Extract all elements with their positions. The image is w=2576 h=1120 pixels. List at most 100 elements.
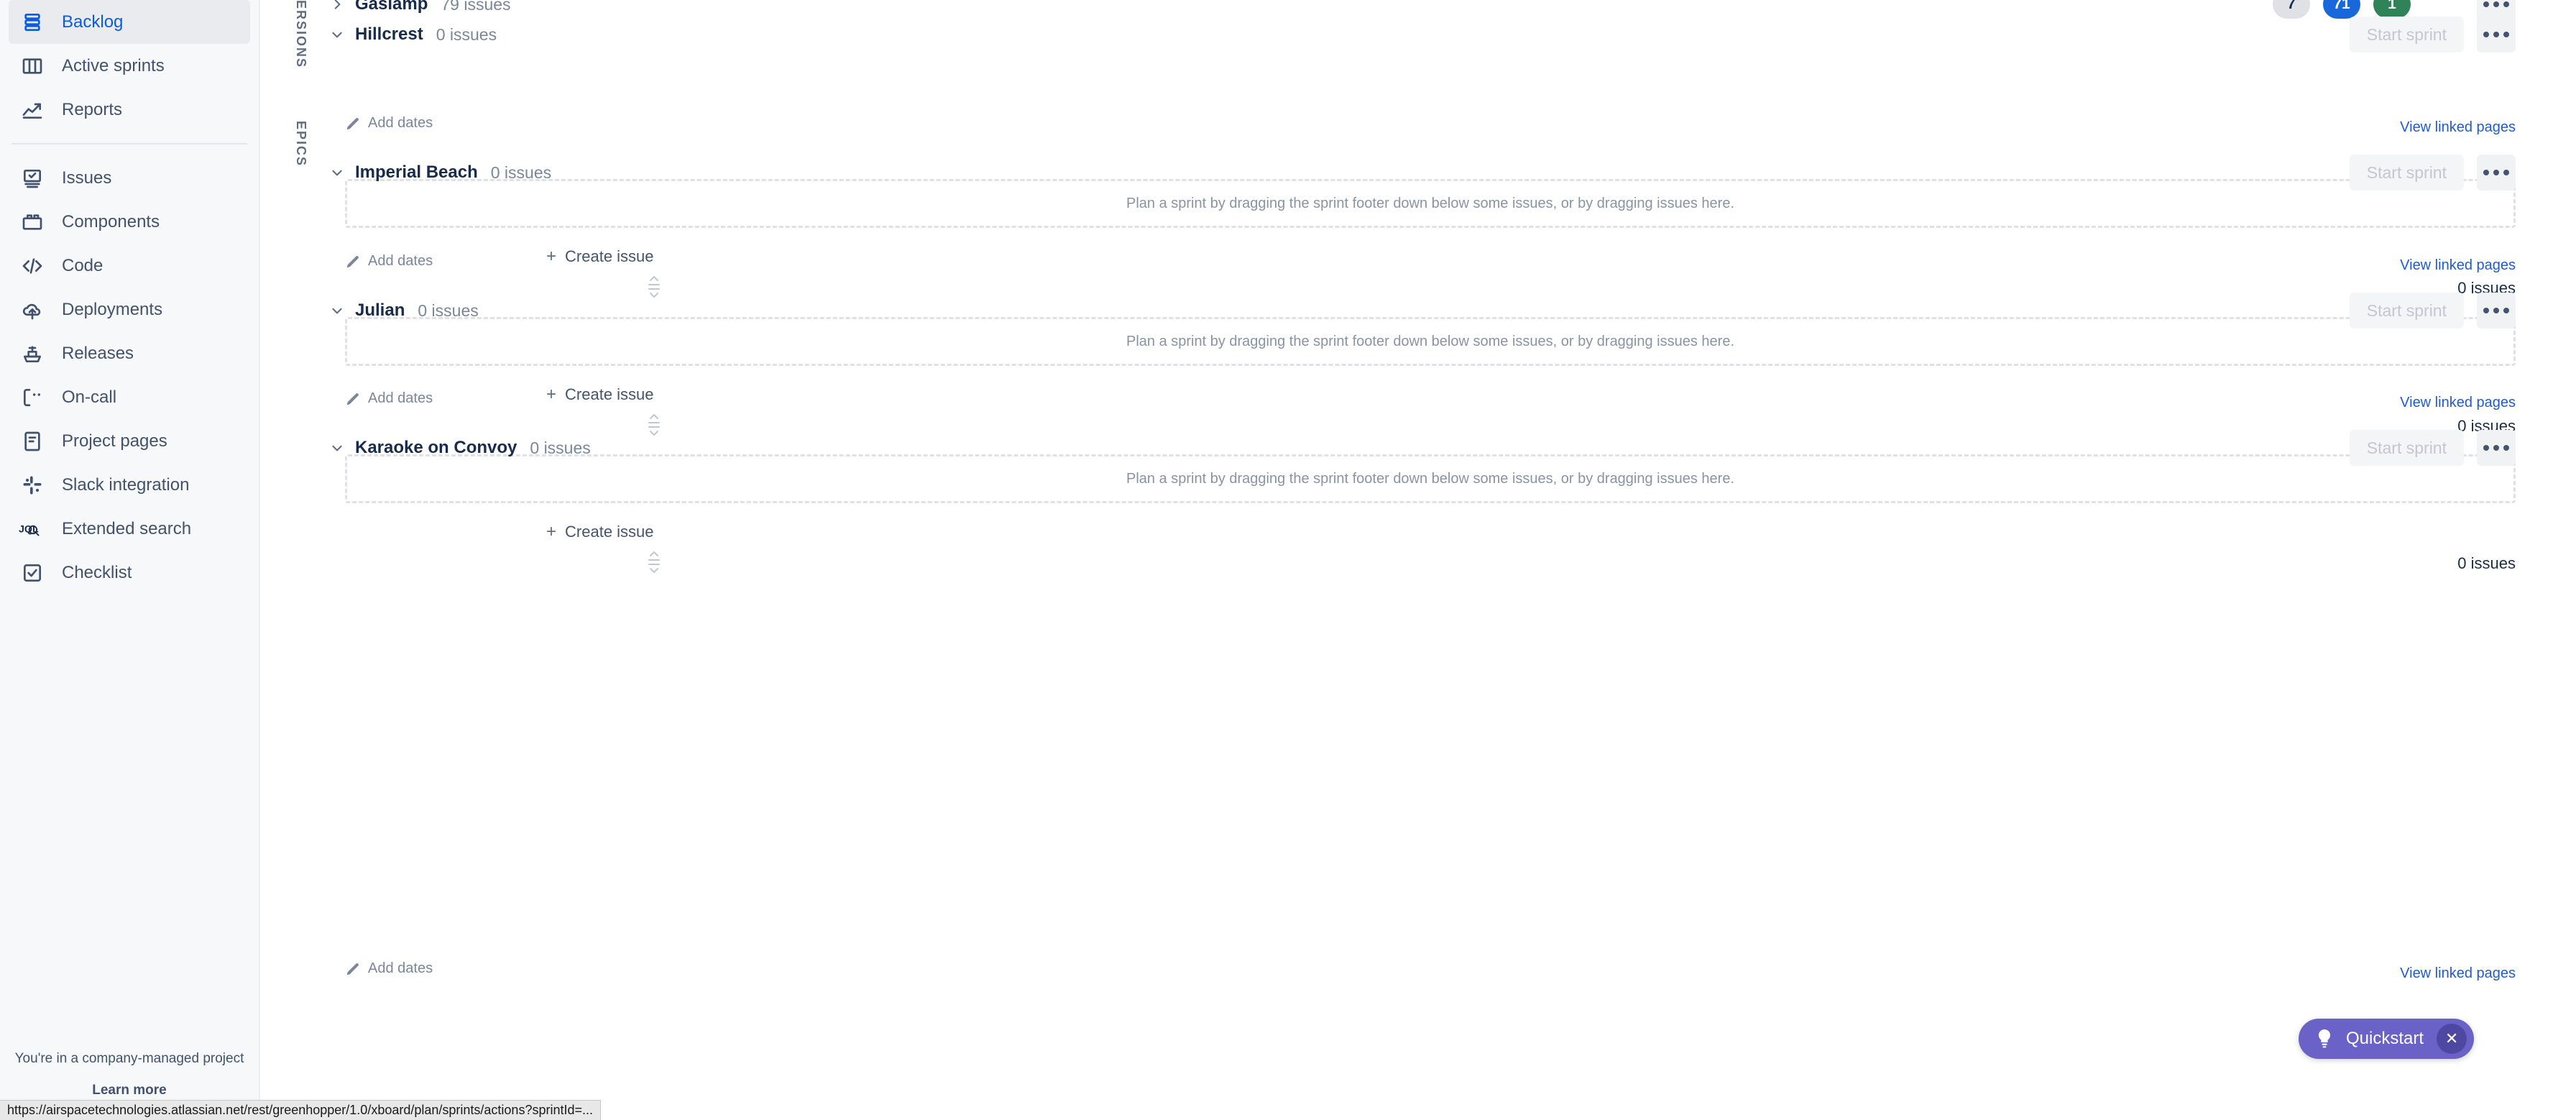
- learn-more-link[interactable]: Learn more: [0, 1083, 259, 1098]
- sprint-issue-count: 0 issues: [418, 300, 479, 320]
- close-icon[interactable]: ✕: [2437, 1024, 2467, 1054]
- sidebar-item-on-call[interactable]: On-call: [9, 375, 250, 419]
- sidebar-item-checklist[interactable]: Checklist: [9, 551, 250, 595]
- sprint-name[interactable]: Imperial Beach: [355, 162, 478, 183]
- add-dates-button[interactable]: Add dates: [345, 960, 433, 977]
- sprint-issue-count: 79 issues: [441, 0, 511, 14]
- sprint-footer-drag-handle[interactable]: [640, 547, 668, 579]
- sprint-more-actions-button[interactable]: [2477, 17, 2516, 52]
- sidebar-item-reports[interactable]: Reports: [9, 88, 250, 132]
- sprint-header-gaslamp[interactable]: Gaslamp 79 issues 7 71 1: [325, 0, 2576, 22]
- start-sprint-button[interactable]: Start sprint: [2349, 155, 2464, 191]
- panel-rail: VERSIONS EPICS: [267, 0, 325, 1050]
- add-dates-label: Add dates: [368, 960, 433, 976]
- sidebar-item-label: Extended search: [62, 518, 192, 538]
- view-linked-pages-link[interactable]: View linked pages: [2400, 257, 2516, 274]
- sidebar-item-label: Deployments: [62, 299, 163, 319]
- sprint-more-actions-button[interactable]: [2477, 430, 2516, 466]
- chevron-down-icon[interactable]: [325, 22, 349, 47]
- start-sprint-button[interactable]: Start sprint: [2349, 293, 2464, 329]
- chevron-right-icon[interactable]: [325, 0, 349, 17]
- issues-icon: [19, 165, 46, 192]
- create-issue-button[interactable]: + Create issue: [546, 385, 654, 404]
- create-issue-button[interactable]: + Create issue: [546, 247, 654, 266]
- lightbulb-icon: [2316, 1029, 2333, 1049]
- sidebar-item-label: Components: [62, 211, 160, 231]
- sprint-header-imperial-beach[interactable]: Imperial Beach 0 issues Start sprint: [325, 155, 2576, 191]
- reports-chart-icon: [19, 96, 46, 124]
- sprint-issue-count: 0 issues: [490, 162, 552, 182]
- slack-icon: [19, 472, 46, 499]
- quickstart-label: Quickstart: [2346, 1029, 2424, 1048]
- add-dates-label: Add dates: [368, 253, 433, 269]
- sprint-name[interactable]: Hillcrest: [355, 24, 423, 45]
- sidebar-item-code[interactable]: Code: [9, 244, 250, 288]
- view-linked-pages-link[interactable]: View linked pages: [2400, 395, 2516, 411]
- sidebar-item-active-sprints[interactable]: Active sprints: [9, 44, 250, 88]
- on-call-phone-icon: [19, 384, 46, 411]
- sprint-issue-count: 0 issues: [530, 438, 591, 457]
- chevron-down-icon[interactable]: [325, 160, 349, 185]
- create-issue-label: Create issue: [565, 523, 654, 541]
- add-dates-label: Add dates: [368, 390, 433, 406]
- code-icon: [19, 252, 46, 280]
- start-sprint-button[interactable]: Start sprint: [2349, 430, 2464, 466]
- create-issue-label: Create issue: [565, 385, 654, 403]
- add-dates-label: Add dates: [368, 115, 433, 131]
- view-linked-pages-link[interactable]: View linked pages: [2400, 965, 2516, 982]
- sprint-header-actions: Start sprint: [2349, 293, 2576, 329]
- sprint-more-actions-button[interactable]: [2477, 155, 2516, 191]
- create-issue-label: Create issue: [565, 247, 654, 265]
- sprint-header-hillcrest[interactable]: Hillcrest 0 issues Start sprint: [325, 17, 2576, 52]
- sidebar-item-extended-search[interactable]: JQL Extended search: [9, 507, 250, 551]
- sidebar-item-slack-integration[interactable]: Slack integration: [9, 463, 250, 507]
- epics-panel-label[interactable]: EPICS: [293, 121, 308, 167]
- add-dates-button[interactable]: Add dates: [345, 115, 433, 132]
- sidebar-item-project-pages[interactable]: Project pages: [9, 419, 250, 463]
- sprint-name[interactable]: Karaoke on Convoy: [355, 438, 517, 458]
- project-pages-icon: [19, 428, 46, 455]
- sprint-drop-hint: Plan a sprint by dragging the sprint foo…: [1126, 470, 1735, 487]
- sidebar-item-label: Reports: [62, 99, 123, 119]
- versions-panel-label[interactable]: VERSIONS: [293, 0, 308, 68]
- view-linked-pages-link[interactable]: View linked pages: [2400, 119, 2516, 136]
- pencil-icon: [345, 254, 361, 270]
- pencil-icon: [345, 391, 361, 407]
- sidebar-item-label: Project pages: [62, 431, 167, 451]
- sprint-name[interactable]: Julian: [355, 300, 405, 321]
- sprint-header-actions: Start sprint: [2349, 17, 2576, 52]
- plus-icon: +: [546, 247, 557, 266]
- pencil-icon: [345, 961, 361, 977]
- sprint-footer-issue-count: 0 issues: [2457, 554, 2516, 572]
- jira-backlog-screen: Backlog Active sprints Reports Issues Co…: [0, 0, 2576, 1120]
- sidebar-item-releases[interactable]: Releases: [9, 331, 250, 375]
- sidebar-item-label: On-call: [62, 387, 117, 407]
- sprint-header-actions: Start sprint: [2349, 430, 2576, 466]
- company-managed-note: You're in a company-managed project: [14, 1051, 244, 1066]
- sprint-header-julian[interactable]: Julian 0 issues Start sprint: [325, 293, 2576, 329]
- sidebar-item-label: Checklist: [62, 562, 132, 582]
- sidebar-item-components[interactable]: Components: [9, 200, 250, 244]
- status-bar-url: https://airspacetechnologies.atlassian.n…: [7, 1103, 593, 1117]
- sidebar-item-deployments[interactable]: Deployments: [9, 288, 250, 331]
- sprint-name[interactable]: Gaslamp: [355, 0, 428, 14]
- project-sidebar: Backlog Active sprints Reports Issues Co…: [0, 0, 260, 1120]
- sprint-more-actions-button[interactable]: [2477, 293, 2516, 329]
- sidebar-item-backlog[interactable]: Backlog: [9, 0, 250, 44]
- pencil-icon: [345, 116, 361, 132]
- chevron-down-icon[interactable]: [325, 298, 349, 323]
- status-badge-todo: 7: [2273, 0, 2310, 19]
- sprint-header-actions: Start sprint: [2349, 155, 2576, 191]
- sidebar-item-issues[interactable]: Issues: [9, 156, 250, 200]
- sidebar-item-label: Code: [62, 255, 104, 275]
- add-dates-button[interactable]: Add dates: [345, 390, 433, 407]
- sidebar-item-label: Issues: [62, 167, 112, 188]
- releases-ship-icon: [19, 340, 46, 367]
- quickstart-button[interactable]: Quickstart ✕: [2299, 1019, 2475, 1059]
- create-issue-button[interactable]: + Create issue: [546, 523, 654, 541]
- sprint-header-karaoke-on-convoy[interactable]: Karaoke on Convoy 0 issues Start sprint: [325, 430, 2576, 466]
- board-columns-icon: [19, 52, 46, 80]
- start-sprint-button[interactable]: Start sprint: [2349, 17, 2464, 52]
- add-dates-button[interactable]: Add dates: [345, 253, 433, 270]
- chevron-down-icon[interactable]: [325, 436, 349, 460]
